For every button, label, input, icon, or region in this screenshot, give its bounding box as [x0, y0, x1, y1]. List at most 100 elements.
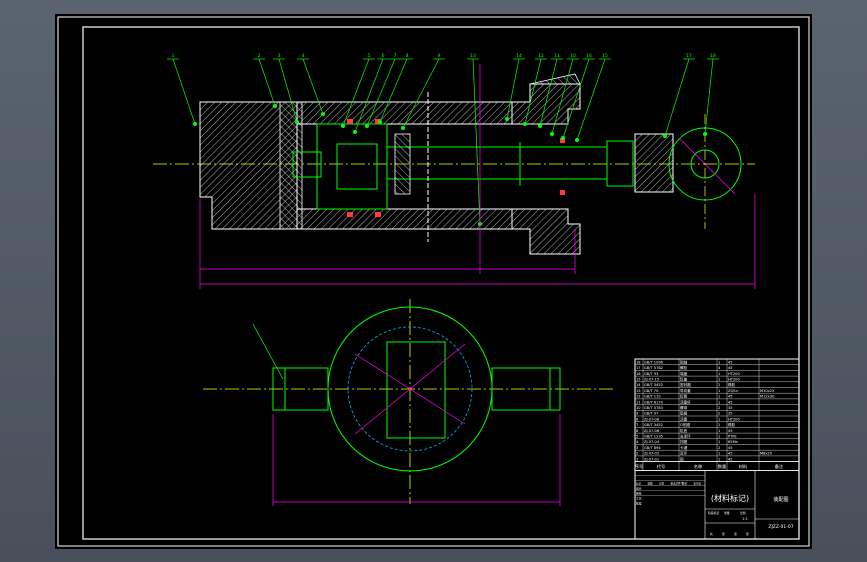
gland-cap-upper [529, 73, 581, 85]
parts-cell: 11 [636, 400, 641, 404]
parts-cell: GB/T 93 [644, 372, 658, 376]
leader-line [664, 58, 690, 137]
parts-cell: GB/T 3452 [644, 383, 663, 387]
sign-label: 年月日 [694, 482, 702, 486]
role-label: 批准 [636, 502, 642, 506]
parts-cell: ZJ-07-08 [644, 417, 660, 421]
leader-dot [663, 134, 667, 138]
scale-value: 1:1 [742, 517, 748, 521]
parts-cell: 45 [728, 366, 733, 370]
parts-cell: GB/T 1096 [644, 360, 664, 364]
parts-cell: 8 [636, 417, 639, 421]
parts-cell: GB/T 97 [644, 412, 658, 416]
parts-cell: 6 [636, 429, 639, 433]
parts-cell: 14 [636, 383, 641, 387]
drawing-title: 装配图 [773, 496, 788, 503]
leader-dot [365, 124, 369, 128]
parts-cell: 挡圈 [680, 439, 688, 444]
parts-cell: 销 [680, 456, 684, 461]
parts-cell: 1 [718, 400, 720, 404]
balloon-number: 15 [602, 53, 608, 59]
parts-cell: 9 [636, 412, 639, 416]
parts-cell: GB/T 3452 [644, 423, 663, 427]
piston-inner [336, 143, 378, 190]
material-label: (材料标记) [711, 493, 749, 503]
parts-cell: 螺母 [680, 405, 688, 410]
parts-cell: 橡胶 [728, 422, 736, 427]
parts-cell: 16 [636, 372, 641, 376]
parts-cell: 1 [636, 457, 638, 461]
role-label: 审核 [636, 492, 642, 496]
parts-cell: HT200 [728, 372, 740, 376]
parts-cell: 1 [718, 417, 720, 421]
parts-cell: 45 [728, 400, 733, 404]
top-view [203, 299, 615, 506]
balloon-number: 3 [278, 53, 281, 59]
leader-dot [401, 126, 405, 130]
parts-list: 18 GB/T 1096 销轴 1 4517 GB/T 5782 螺栓 4 4516 GB/T 9… [634, 359, 800, 539]
parts-cell: 橡胶 [728, 382, 736, 387]
balloon-number: 9 [438, 53, 441, 59]
parts-cell: PTFE [728, 435, 737, 439]
sheet-label: 张 [746, 532, 749, 536]
balloon-number: 16 [586, 53, 592, 59]
seal [375, 212, 381, 217]
leader-dot [561, 136, 565, 140]
parts-cell: 1 [718, 435, 720, 439]
leader-dot [193, 122, 197, 126]
parts-header: 名称 [694, 463, 702, 470]
leader-line [258, 58, 276, 107]
parts-cell: 活塞 [680, 416, 688, 421]
parts-cell: 卡键 [680, 445, 688, 450]
parts-cell: 1 [718, 457, 720, 461]
parts-cell: 65Mn [728, 440, 738, 444]
leader-line [172, 58, 196, 125]
leader-dot [273, 104, 277, 108]
parts-header: 代号 [657, 463, 665, 470]
parts-cell: 18 [636, 360, 641, 364]
parts-cell: 1 [718, 429, 720, 433]
parts-cell: 2 [718, 412, 720, 416]
seal [347, 119, 353, 124]
stage-label: 阶段标记 [708, 511, 719, 515]
leader-line [472, 58, 481, 225]
balloon-number: 4 [302, 53, 305, 59]
parts-cell: 密封圈 [680, 382, 691, 387]
parts-cell: HT200 [728, 378, 740, 382]
parts-header: 备注 [775, 463, 784, 470]
parts-cell: 1 [718, 440, 720, 444]
leader-line [576, 58, 606, 141]
leader-dot [321, 112, 325, 116]
parts-cell: 缸盖 [680, 377, 688, 382]
parts-cell: 4 [636, 440, 639, 444]
parts-cell: 3 [636, 446, 638, 450]
sheet-label: 共 [710, 532, 713, 536]
parts-cell: O形圈 [680, 422, 690, 427]
parts-cell: GB/T 1235 [644, 435, 663, 439]
parts-cell: M10x25 [760, 389, 774, 393]
parts-cell: 15 [636, 378, 641, 382]
leader-line [704, 58, 714, 135]
guide-sleeve [394, 133, 411, 195]
parts-cell: 35 [728, 406, 733, 410]
stage-label: 比例 [740, 511, 746, 515]
balloon-number: 10 [570, 53, 576, 59]
parts-cell: 45 [728, 452, 733, 456]
parts-cell: 1 [718, 395, 720, 399]
balloon-number: 8 [406, 53, 409, 59]
parts-cell: 5 [636, 435, 638, 439]
gland-head-lower [511, 208, 581, 255]
parts-cell: ZJ-07-01 [644, 457, 659, 461]
rod-end-thread [606, 140, 634, 187]
balloon-number: 17 [686, 53, 692, 59]
parts-cell: 支承环 [680, 434, 691, 439]
parts-cell: GB/T 119 [644, 395, 661, 399]
cad-viewport[interactable]: 1 2 3 4 5 6 7 8 9 13 14 12 11 10 16 15 17 18 [0, 0, 867, 562]
sheet-label: 张 [722, 532, 725, 536]
parts-cell: ZQSn [728, 389, 738, 393]
stage-label: 重量 [724, 511, 730, 515]
parts-cell: 35 [728, 412, 733, 416]
parts-cell: M8x20 [760, 452, 773, 456]
parts-cell: 45 [728, 457, 733, 461]
leader-dot [550, 132, 554, 136]
